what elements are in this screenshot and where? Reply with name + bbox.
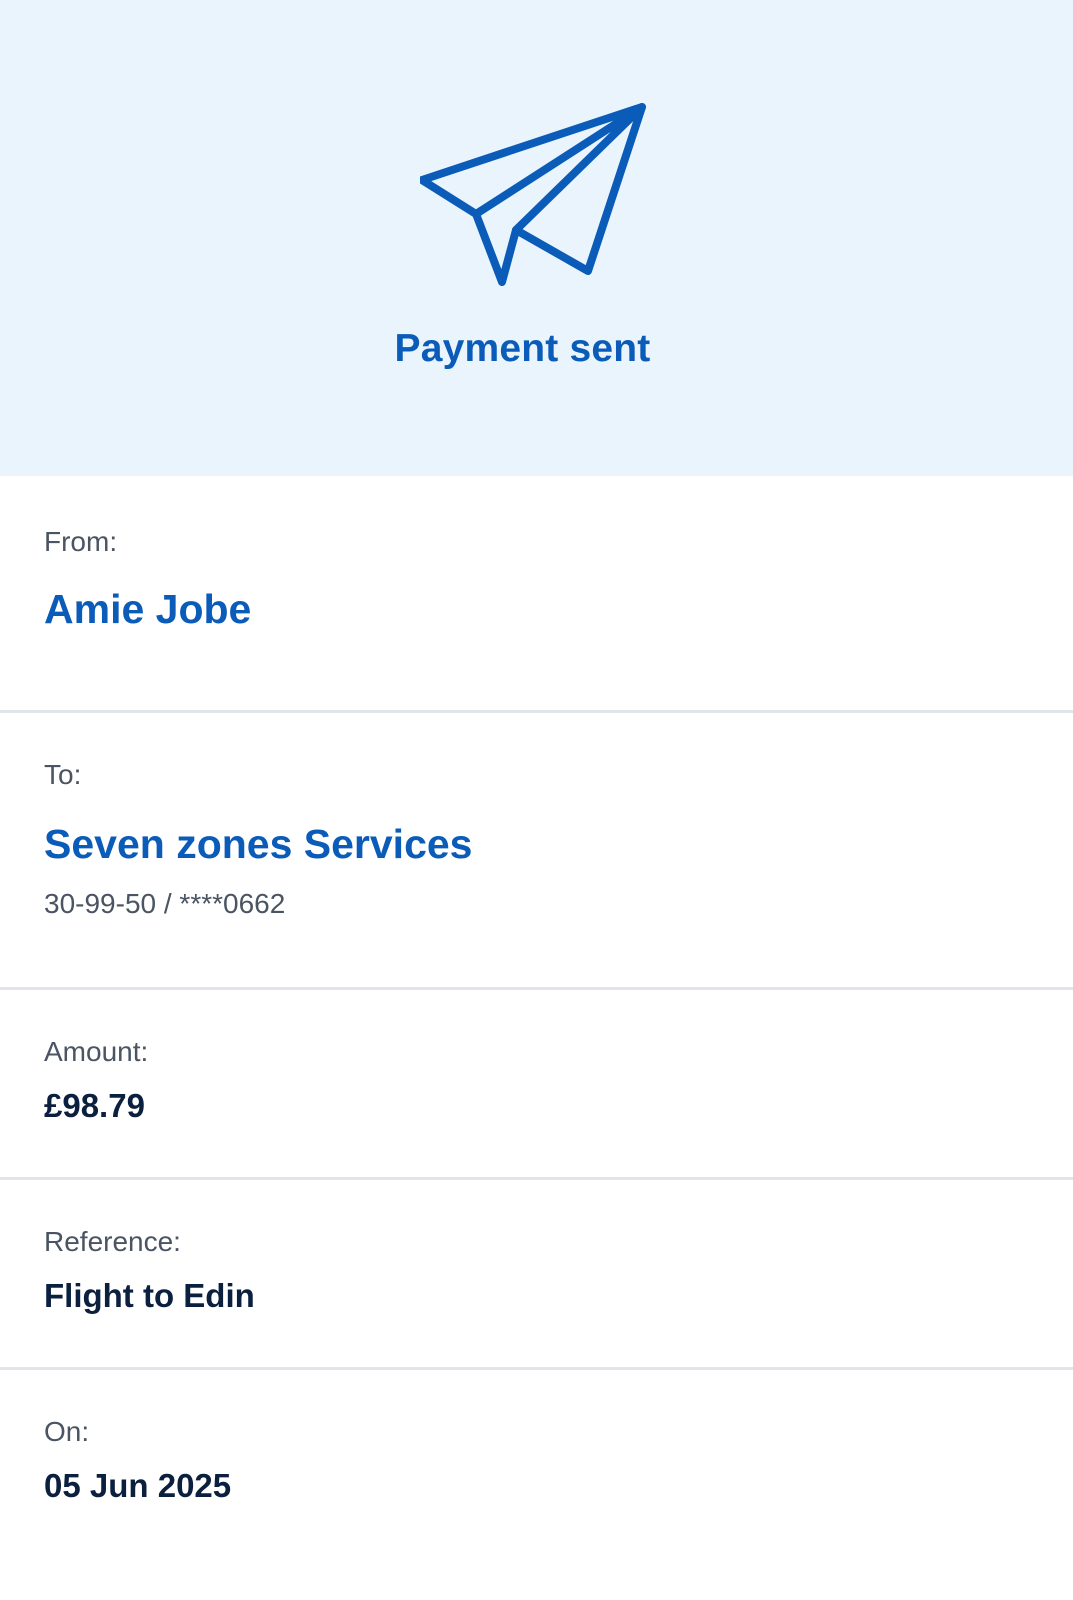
payment-confirmation-card: Payment sent From: Amie Jobe To: Seven z… xyxy=(0,0,1073,1600)
amount-label: Amount: xyxy=(44,1036,149,1067)
recipient-account: 30-99-50 / ****0662 xyxy=(44,888,286,919)
recipient-name: Seven zones Services xyxy=(44,821,473,867)
amount-value: £98.79 xyxy=(44,1087,145,1124)
reference-label: Reference: xyxy=(44,1226,181,1257)
reference-section: Reference: Flight to Edin xyxy=(0,1180,1073,1370)
amount-section: Amount: £98.79 xyxy=(0,990,1073,1180)
to-section: To: Seven zones Services 30-99-50 / ****… xyxy=(0,713,1073,990)
date-label: On: xyxy=(44,1416,90,1447)
from-label: From: xyxy=(44,526,118,557)
from-section: From: Amie Jobe xyxy=(0,476,1073,713)
date-section: On: 05 Jun 2025 xyxy=(0,1370,1073,1600)
to-label: To: xyxy=(44,759,82,790)
from-name: Amie Jobe xyxy=(44,586,252,632)
date-value: 05 Jun 2025 xyxy=(44,1467,232,1504)
page-title: Payment sent xyxy=(394,327,651,370)
paper-plane-icon xyxy=(418,98,650,293)
reference-value: Flight to Edin xyxy=(44,1277,255,1314)
payment-sent-banner: Payment sent xyxy=(0,0,1073,476)
